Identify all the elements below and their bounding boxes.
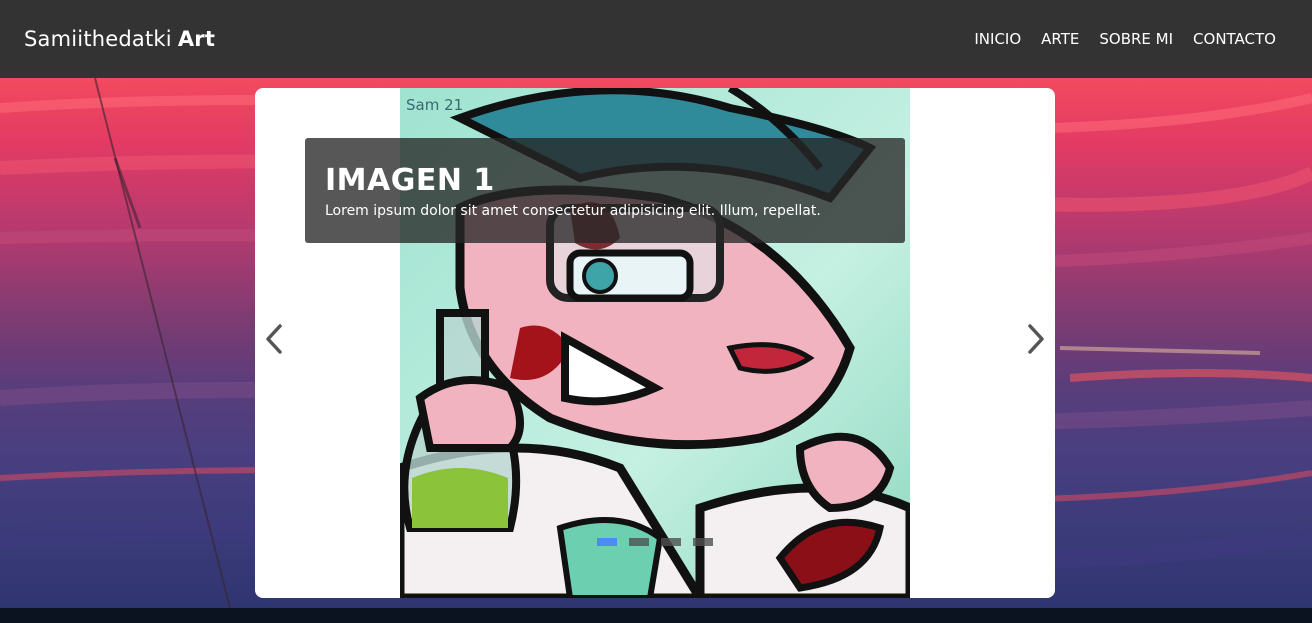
nav-item-sobre-mi[interactable]: SOBRE MI [1099, 30, 1173, 48]
site-header: Samiithedatki Art INICIO ARTE SOBRE MI CO… [0, 0, 1312, 78]
carousel-indicator-2[interactable] [629, 538, 649, 546]
carousel-indicators [597, 538, 713, 546]
nav-item-arte[interactable]: ARTE [1041, 30, 1079, 48]
brand-name: Samiithedatki [24, 27, 172, 51]
carousel-indicator-4[interactable] [693, 538, 713, 546]
chevron-left-icon [266, 324, 282, 354]
chevron-right-icon [1028, 324, 1044, 354]
footer-strip [0, 608, 1312, 623]
image-carousel: Sam 21 IMAGEN 1 Lorem ipsum dolor sit am… [255, 88, 1055, 598]
site-brand[interactable]: Samiithedatki Art [24, 27, 215, 51]
brand-highlight: Art [177, 27, 216, 51]
slide-title: IMAGEN 1 [325, 163, 495, 198]
slide-caption: IMAGEN 1 Lorem ipsum dolor sit amet cons… [305, 138, 905, 243]
carousel-indicator-3[interactable] [661, 538, 681, 546]
nav-item-inicio[interactable]: INICIO [974, 30, 1021, 48]
artwork-signature: Sam 21 [406, 96, 463, 114]
main-nav: INICIO ARTE SOBRE MI CONTACTO [974, 30, 1276, 48]
nav-item-contacto[interactable]: CONTACTO [1193, 30, 1276, 48]
carousel-indicator-1[interactable] [597, 538, 617, 546]
carousel-next-button[interactable] [1021, 323, 1051, 355]
carousel-prev-button[interactable] [259, 323, 289, 355]
slide-description: Lorem ipsum dolor sit amet consectetur a… [325, 203, 821, 219]
